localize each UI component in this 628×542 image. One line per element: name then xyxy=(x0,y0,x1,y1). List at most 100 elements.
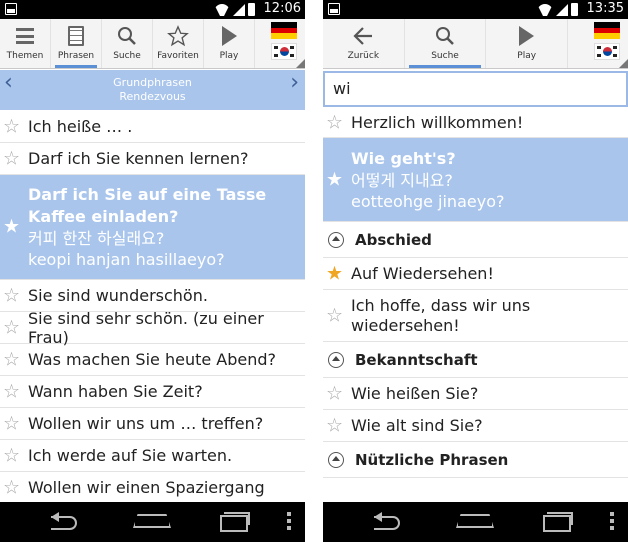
notification-icon xyxy=(328,3,340,15)
phrase-korean: 어떻게 지내요? xyxy=(351,170,453,190)
star-icon[interactable]: ☆ xyxy=(3,149,20,168)
language-switch[interactable] xyxy=(568,19,628,68)
search-input[interactable]: wi xyxy=(323,71,628,107)
star-filled-icon[interactable]: ★ xyxy=(326,264,343,283)
list-item[interactable]: ☆ Wollen wir uns um … treffen? xyxy=(0,408,305,440)
section-title: Abschied xyxy=(355,230,432,249)
list-item[interactable]: ☆ Ich werde auf Sie warten. xyxy=(0,440,305,472)
list-item[interactable]: ☆ Ich hoffe, dass wir uns wiedersehen! xyxy=(323,290,628,342)
system-back-icon[interactable] xyxy=(51,512,79,530)
tab-themen[interactable]: Themen xyxy=(0,19,51,68)
collapse-icon[interactable] xyxy=(328,451,344,468)
system-recents-icon[interactable] xyxy=(543,512,573,532)
right-screen: 13:35 Zurück Suche Play wi ☆ Herzlich wil… xyxy=(323,0,628,542)
list-item[interactable]: ☆ Wie heißen Sie? xyxy=(323,378,628,410)
korean-flag-icon xyxy=(594,43,621,60)
system-nav-bar xyxy=(0,502,305,542)
star-icon[interactable]: ☆ xyxy=(326,416,343,435)
phrase-text: Ich heiße … . xyxy=(28,117,133,136)
toolbar: Zurück Suche Play xyxy=(323,19,628,69)
phrase-text: Auf Wiedersehen! xyxy=(351,264,494,283)
star-icon[interactable]: ☆ xyxy=(3,286,20,305)
list-item[interactable]: ☆ Was machen Sie heute Abend? xyxy=(0,344,305,376)
phrase-text: Wollen wir einen Spaziergang xyxy=(28,478,265,497)
phrase-text: Ich hoffe, dass wir uns wiedersehen! xyxy=(351,295,531,335)
battery-icon xyxy=(571,3,578,16)
list-item-selected[interactable]: ★ Darf ich Sie auf eine Tasse Kaffee ein… xyxy=(0,175,305,280)
star-icon[interactable]: ★ xyxy=(326,170,343,189)
system-back-icon[interactable] xyxy=(374,512,402,530)
star-icon[interactable]: ☆ xyxy=(3,446,20,465)
star-icon[interactable]: ☆ xyxy=(326,306,343,325)
document-icon xyxy=(68,26,84,46)
list-item[interactable]: ☆ Sie sind sehr schön. (zu einer Frau) xyxy=(0,308,305,347)
star-icon[interactable]: ☆ xyxy=(3,318,20,337)
back-button[interactable]: Zurück xyxy=(323,19,405,68)
overflow-menu-icon[interactable] xyxy=(287,512,291,530)
phrase-text: Was machen Sie heute Abend? xyxy=(28,350,277,369)
wifi-icon xyxy=(537,4,553,16)
star-icon[interactable]: ☆ xyxy=(326,113,343,132)
list-item[interactable]: ☆ Ich heiße … . xyxy=(0,111,305,143)
german-flag-icon xyxy=(271,22,297,39)
star-icon[interactable]: ☆ xyxy=(3,382,20,401)
tab-play-label: Play xyxy=(219,51,239,61)
list-item[interactable]: ☆ Herzlich willkommen! xyxy=(323,108,628,138)
back-arrow-icon xyxy=(353,27,373,45)
section-header[interactable]: Abschied xyxy=(323,222,628,258)
system-home-icon[interactable] xyxy=(456,512,490,528)
collapse-icon[interactable] xyxy=(328,351,344,368)
play-icon xyxy=(519,26,535,46)
chevron-left-icon[interactable]: ‹ xyxy=(4,72,13,94)
list-item[interactable]: ☆ Wollen wir einen Spaziergang xyxy=(0,472,305,504)
list-item[interactable]: ★ Auf Wiedersehen! xyxy=(323,258,628,290)
signal-indicators xyxy=(537,2,578,16)
wifi-icon xyxy=(214,4,230,16)
battery-icon xyxy=(248,3,255,16)
tab-suche[interactable]: Suche xyxy=(102,19,153,68)
list-item[interactable]: ☆ Sie sind wunderschön. xyxy=(0,280,305,312)
star-icon[interactable]: ☆ xyxy=(3,350,20,369)
tab-play[interactable]: Play xyxy=(486,19,569,68)
star-icon[interactable]: ☆ xyxy=(3,414,20,433)
phrase-german: Wie geht's? xyxy=(351,148,456,168)
tab-phrasen[interactable]: Phrasen xyxy=(51,19,102,68)
language-switch[interactable] xyxy=(255,19,305,68)
tab-suche-label: Suche xyxy=(113,51,141,61)
chevron-right-icon[interactable]: › xyxy=(290,72,299,94)
german-flag-icon xyxy=(594,22,621,39)
tab-play[interactable]: Play xyxy=(204,19,255,68)
phrase-text: Ich werde auf Sie warten. xyxy=(28,446,233,465)
phrase-text: Wie heißen Sie? xyxy=(351,384,479,403)
tab-themen-label: Themen xyxy=(6,51,44,61)
list-item-selected[interactable]: ★ Wie geht's? 어떻게 지내요? eotteohge jinaeyo… xyxy=(323,138,628,222)
phrase-text: Sie sind sehr schön. (zu einer Frau) xyxy=(28,308,264,347)
toolbar: Themen Phrasen Suche Favoriten Play xyxy=(0,19,305,69)
section-header[interactable]: Nützliche Phrasen xyxy=(323,442,628,478)
status-bar: 13:35 xyxy=(323,0,628,19)
star-icon[interactable]: ★ xyxy=(3,217,20,237)
list-item[interactable]: ☆ Darf ich Sie kennen lernen? xyxy=(0,143,305,175)
tab-suche[interactable]: Suche xyxy=(405,19,487,68)
star-icon[interactable]: ☆ xyxy=(3,478,20,497)
system-home-icon[interactable] xyxy=(133,512,167,528)
list-item[interactable]: ☆ Wie alt sind Sie? xyxy=(323,410,628,442)
star-icon[interactable]: ☆ xyxy=(3,117,20,136)
status-bar: 12:06 xyxy=(0,0,305,19)
list-icon xyxy=(16,28,34,44)
search-input-value: wi xyxy=(333,79,351,98)
section-title: Nützliche Phrasen xyxy=(355,450,509,469)
signal-icon xyxy=(556,4,568,16)
section-header[interactable]: Bekanntschaft xyxy=(323,342,628,378)
tab-phrasen-label: Phrasen xyxy=(57,51,95,61)
overflow-menu-icon[interactable] xyxy=(610,512,614,530)
phrase-text: Wann haben Sie Zeit? xyxy=(28,382,203,401)
search-icon xyxy=(118,27,136,45)
play-icon xyxy=(221,26,237,46)
left-screen: 12:06 Themen Phrasen Suche Favoriten Pla… xyxy=(0,0,305,542)
system-recents-icon[interactable] xyxy=(220,512,250,532)
tab-favoriten[interactable]: Favoriten xyxy=(153,19,204,68)
collapse-icon[interactable] xyxy=(328,231,344,248)
list-item[interactable]: ☆ Wann haben Sie Zeit? xyxy=(0,376,305,408)
star-icon[interactable]: ☆ xyxy=(326,384,343,403)
